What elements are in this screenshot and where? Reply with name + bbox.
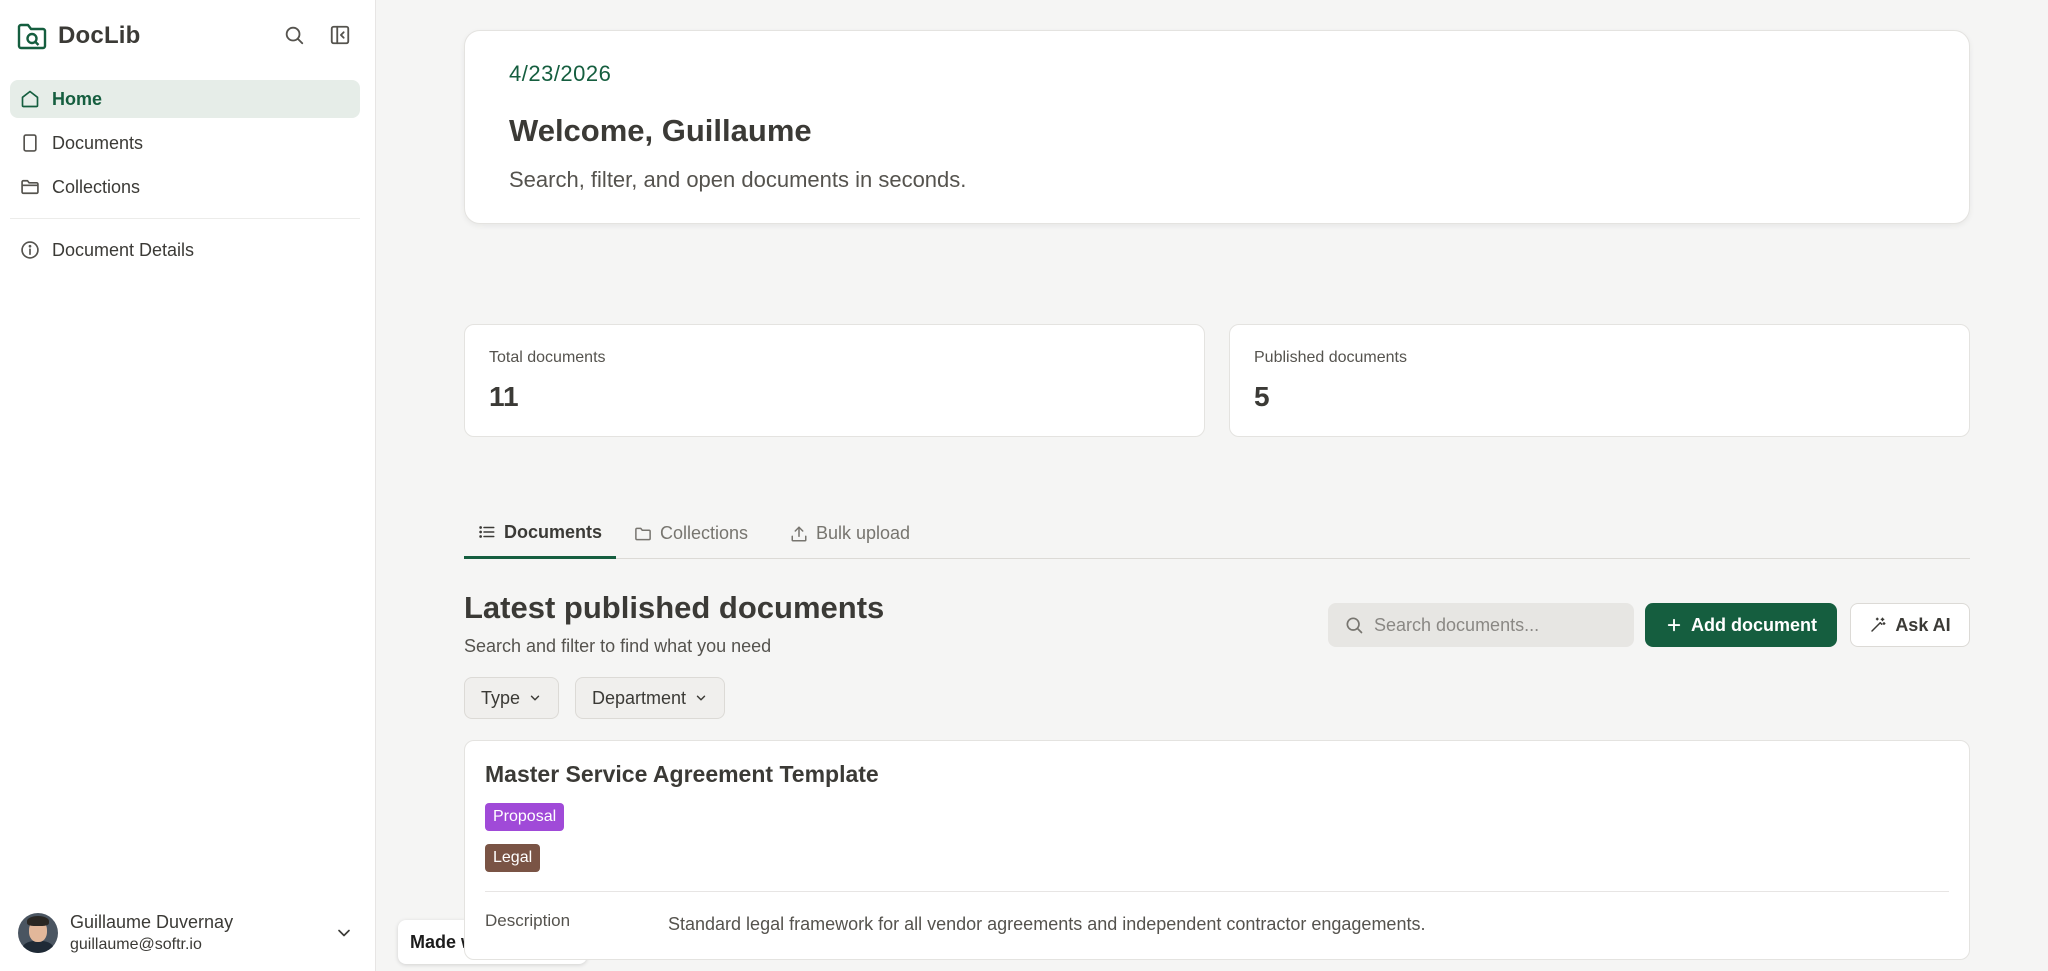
sidebar: DocLib Home Documents Collections Docume… [0, 0, 376, 971]
add-document-button[interactable]: Add document [1645, 603, 1837, 647]
ask-ai-button[interactable]: Ask AI [1850, 603, 1970, 647]
tag-badge: Proposal [485, 803, 565, 831]
stat-label: Published documents [1254, 349, 1407, 366]
avatar [18, 913, 58, 953]
sidebar-nav: Home Documents Collections Document Deta… [10, 80, 360, 275]
brand[interactable]: DocLib [16, 20, 141, 52]
doclib-logo-icon [17, 23, 47, 50]
document-card[interactable]: Master Service Agreement Template Propos… [464, 740, 1970, 960]
section-subtitle: Search and filter to find what you need [464, 636, 772, 656]
sidebar-item-collections[interactable]: Collections [10, 168, 360, 206]
info-icon [21, 241, 39, 259]
sidebar-item-label: Documents [52, 132, 144, 153]
collapse-sidebar-button[interactable] [327, 22, 353, 48]
welcome-card: 4/23/2026 Welcome, Guillaume Search, fil… [464, 30, 1970, 224]
filter-department[interactable]: Department [575, 677, 726, 719]
search-icon [1346, 617, 1363, 634]
chevron-down-icon [530, 695, 540, 701]
add-document-label: Add document [1691, 614, 1817, 635]
search-box [1328, 603, 1634, 647]
upload-icon [791, 526, 807, 541]
user-email: guillaume@softr.io [70, 936, 202, 953]
current-date: 4/23/2026 [509, 61, 612, 86]
filter-label: Type [481, 687, 521, 708]
tab-label: Documents [504, 521, 603, 542]
sidebar-item-label: Document Details [52, 239, 195, 260]
document-title: Master Service Agreement Template [485, 761, 879, 787]
stat-value: 5 [1254, 381, 1270, 412]
stat-card-published: Published documents 5 [1229, 324, 1970, 437]
folder-icon [21, 179, 39, 195]
tab-label: Bulk upload [816, 523, 911, 543]
sidebar-item-label: Collections [52, 176, 141, 197]
stat-card-total: Total documents 11 [464, 324, 1205, 437]
filter-label: Department [592, 687, 687, 708]
tab-collections[interactable]: Collections [634, 508, 748, 559]
tag-badge: Legal [485, 844, 541, 872]
document-icon [23, 134, 37, 152]
sidebar-item-document-details[interactable]: Document Details [10, 231, 360, 269]
tab-documents[interactable]: Documents [464, 508, 617, 559]
document-description: Standard legal framework for all vendor … [668, 914, 1426, 934]
ask-ai-label: Ask AI [1895, 614, 1951, 635]
stat-label: Total documents [489, 349, 606, 366]
home-icon [21, 90, 39, 108]
welcome-title: Welcome, Guillaume [509, 113, 812, 148]
tab-bulk-upload[interactable]: Bulk upload [790, 508, 910, 559]
app-name: DocLib [58, 22, 141, 49]
nav-divider [10, 218, 360, 219]
sidebar-collapse-icon [330, 25, 350, 45]
sidebar-item-documents[interactable]: Documents [10, 124, 360, 162]
chevron-down-icon [696, 695, 706, 701]
section-title: Latest published documents [464, 590, 885, 625]
sidebar-item-label: Home [52, 88, 103, 109]
card-divider [485, 891, 1949, 892]
list-icon [479, 526, 495, 538]
sidebar-item-home[interactable]: Home [10, 80, 360, 118]
field-label: Description [485, 911, 571, 930]
search-input[interactable] [1374, 614, 1614, 636]
user-name: Guillaume Duvernay [70, 912, 234, 932]
folder-icon [635, 527, 651, 540]
tab-label: Collections [660, 523, 749, 543]
magic-wand-icon [1871, 617, 1886, 632]
plus-icon [1667, 618, 1681, 632]
filter-type[interactable]: Type [464, 677, 560, 719]
stat-value: 11 [489, 381, 519, 412]
user-menu[interactable]: Guillaume Duvernay guillaume@softr.io [18, 909, 354, 957]
search-icon [285, 26, 304, 45]
chevron-down-icon [338, 929, 350, 937]
welcome-subtitle: Search, filter, and open documents in se… [509, 167, 967, 192]
tab-bar: Documents Collections Bulk upload [464, 508, 1970, 559]
search-button[interactable] [281, 22, 307, 48]
